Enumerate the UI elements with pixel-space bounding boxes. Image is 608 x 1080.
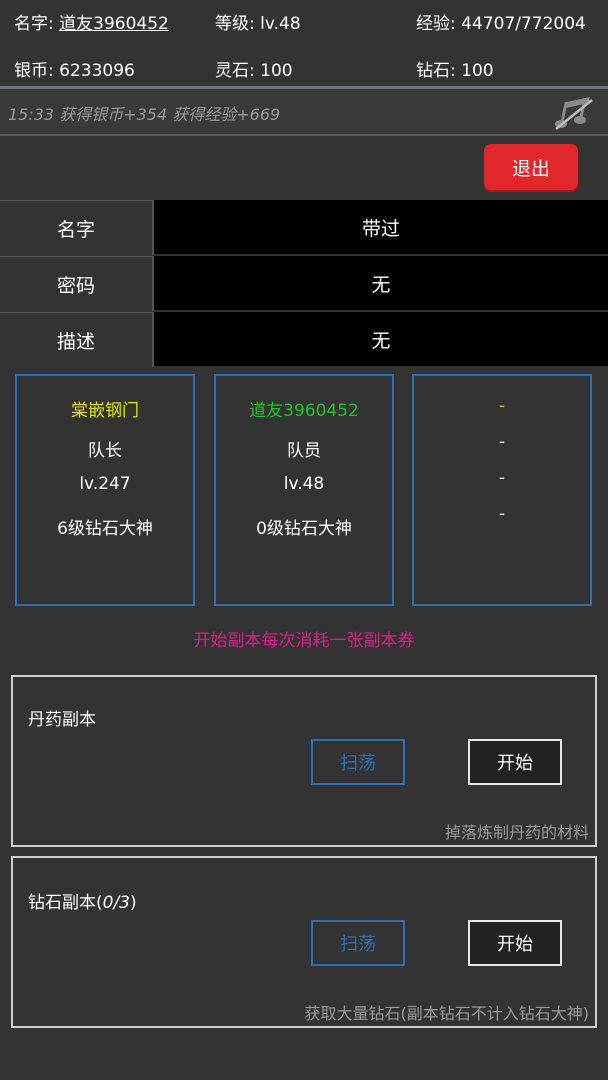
member-card-self[interactable]: 道友3960452 队员 lv.48 0级钻石大神	[214, 374, 394, 606]
spirit-stones: 灵石: 100	[215, 61, 293, 81]
member-role: 队员	[287, 441, 321, 461]
member-title: 0级钻石大神	[256, 519, 352, 539]
member-title: -	[498, 504, 506, 524]
member-name: 道友3960452	[249, 401, 359, 421]
dungeon-panel-diamond: 钻石副本(0/3) 扫荡 开始 获取大量钻石(副本钻石不计入钻石大神)	[11, 856, 597, 1028]
dungeon-title-close: )	[130, 893, 137, 913]
member-name: -	[498, 396, 506, 416]
member-level: lv.247	[79, 474, 131, 494]
member-card-leader[interactable]: 棠嵌钢门 队长 lv.247 6级钻石大神	[15, 374, 195, 606]
player-level: 等级: lv.48	[215, 14, 301, 34]
name-value-link[interactable]: 道友3960452	[59, 14, 169, 34]
member-role: -	[498, 432, 506, 452]
player-exp: 经验: 44707/772004	[416, 14, 586, 34]
dungeon-title: 丹药副本	[28, 710, 96, 730]
member-role: 队长	[88, 441, 122, 461]
member-name: 棠嵌钢门	[71, 401, 139, 421]
member-title: 6级钻石大神	[57, 519, 153, 539]
dungeon-description: 掉落炼制丹药的材料	[444, 823, 589, 842]
music-off-icon[interactable]	[552, 96, 596, 132]
member-level: lv.48	[283, 474, 325, 494]
team-name-row: 名字 带过	[0, 200, 608, 255]
team-password-label: 密码	[0, 256, 154, 311]
team-description-row: 描述 无	[0, 312, 608, 367]
start-button[interactable]: 开始	[468, 920, 562, 966]
diamonds: 钻石: 100	[416, 61, 494, 81]
member-card-empty[interactable]: - - - -	[412, 374, 592, 606]
dungeon-panel-pill: 丹药副本 扫荡 开始 掉落炼制丹药的材料	[11, 675, 597, 847]
dungeon-title: 钻石副本(0/3)	[28, 888, 137, 913]
dungeon-description: 获取大量钻石(副本钻石不计入钻石大神)	[304, 1004, 590, 1023]
silver-coins: 银币: 6233096	[14, 61, 135, 81]
name-label: 名字:	[14, 14, 60, 34]
sweep-button[interactable]: 扫荡	[311, 920, 405, 966]
player-status-header: 名字: 道友3960452 等级: lv.48 经验: 44707/772004…	[0, 0, 608, 86]
team-name-value: 带过	[154, 200, 608, 254]
start-button[interactable]: 开始	[468, 739, 562, 785]
activity-log-bar: 15:33 获得银币+354 获得经验+669	[0, 89, 608, 136]
team-name-label: 名字	[0, 200, 154, 255]
sweep-button[interactable]: 扫荡	[311, 739, 405, 785]
team-description-label: 描述	[0, 312, 154, 367]
player-name: 名字: 道友3960452	[14, 9, 169, 34]
team-password-row: 密码 无	[0, 256, 608, 311]
dungeon-attempt-count: 0/3	[102, 893, 130, 913]
team-password-value: 无	[154, 256, 608, 310]
dungeon-ticket-notice: 开始副本每次消耗一张副本券	[193, 631, 415, 651]
member-level: -	[498, 468, 506, 488]
exit-button[interactable]: 退出	[484, 144, 578, 190]
activity-log-text: 15:33 获得银币+354 获得经验+669	[8, 105, 281, 124]
team-description-value: 无	[154, 312, 608, 366]
dungeon-title-text: 钻石副本(	[28, 893, 103, 913]
